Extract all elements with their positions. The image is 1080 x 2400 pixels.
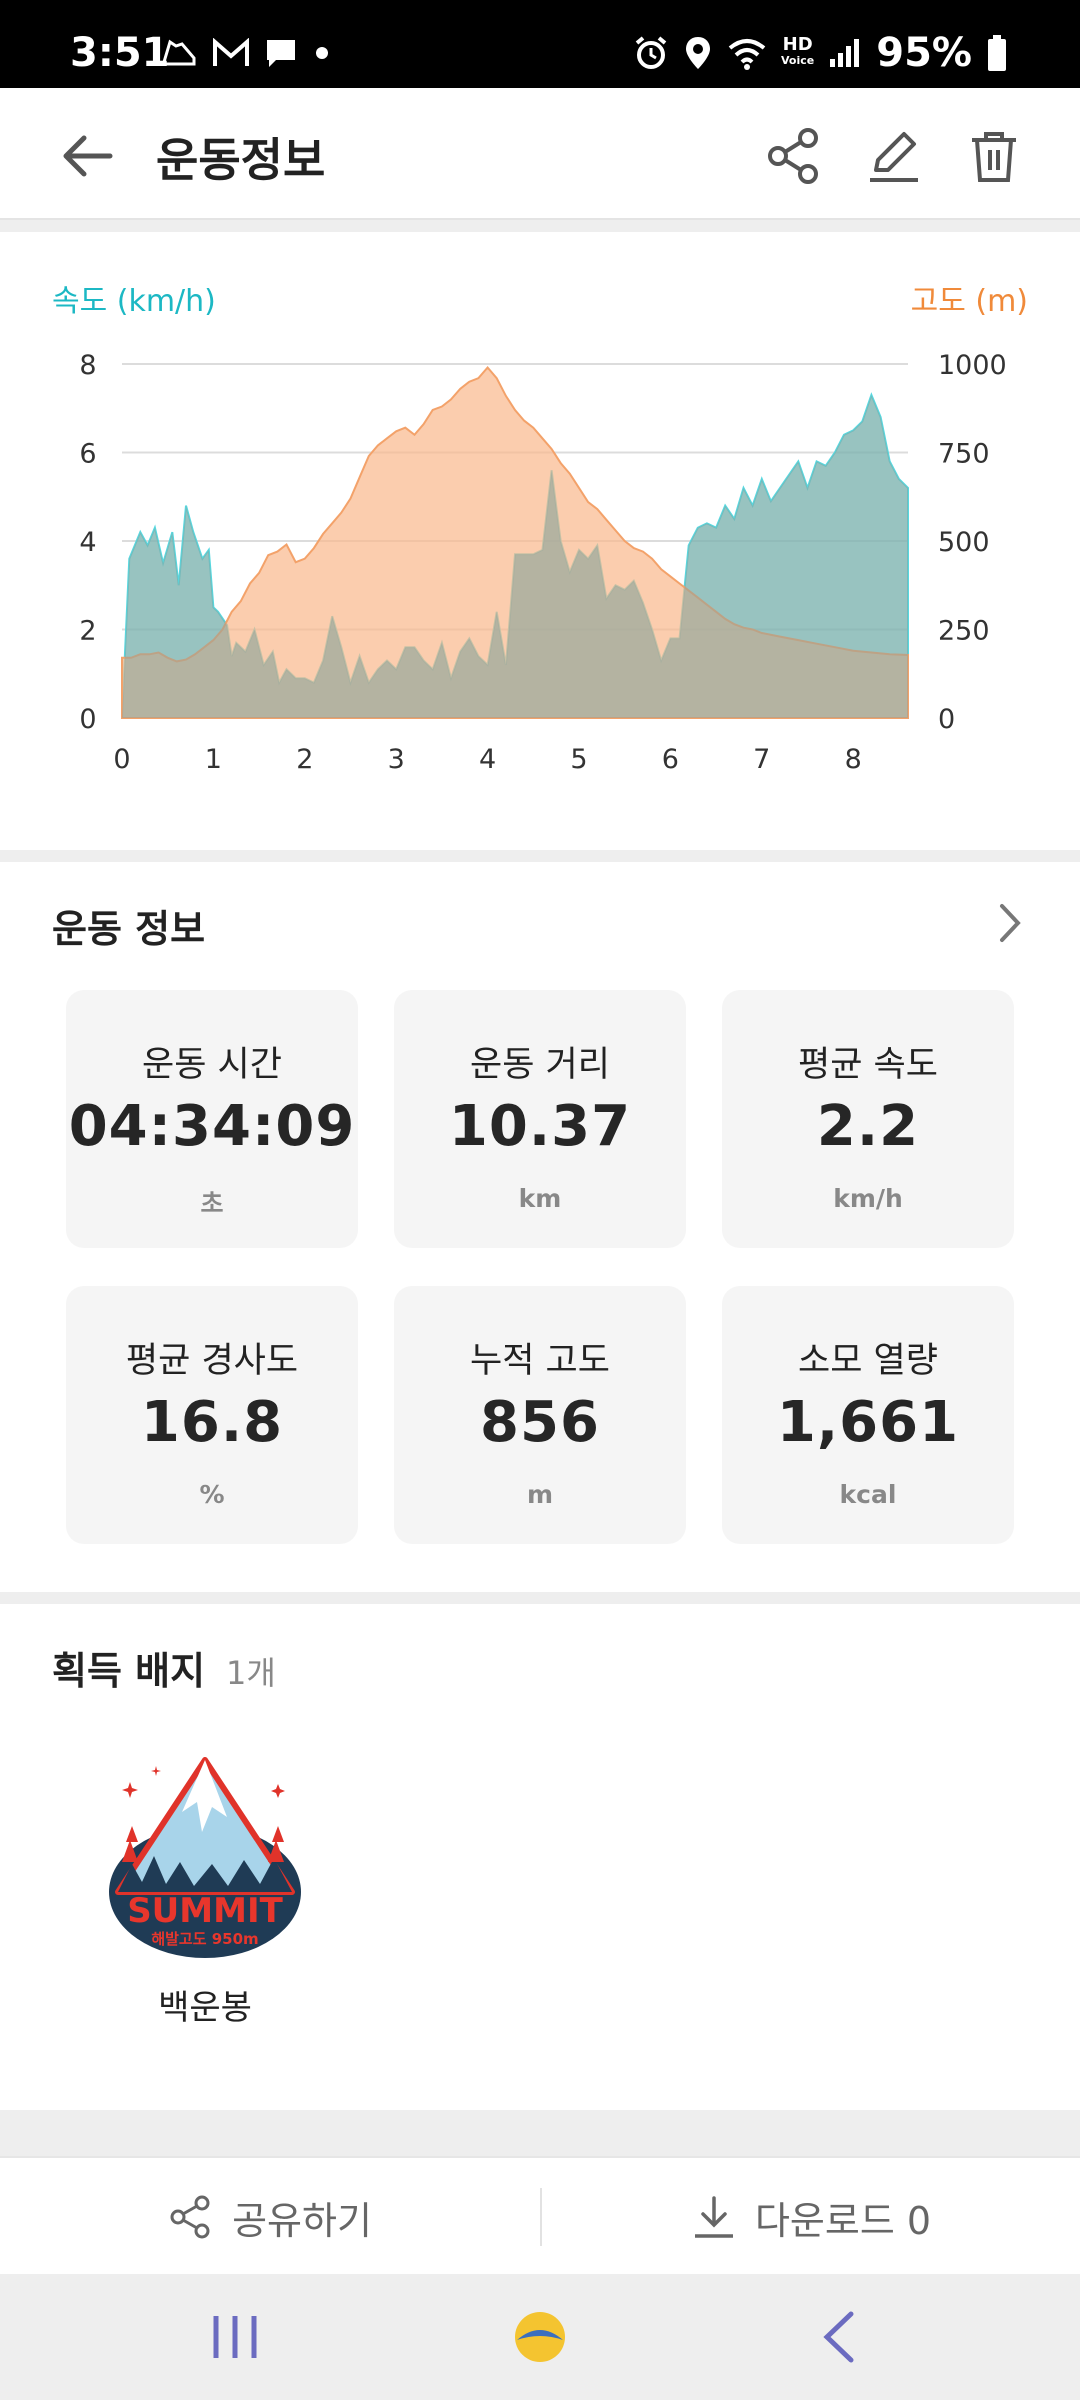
x-tick-label: 2 (296, 744, 313, 775)
x-tick-label: 7 (753, 744, 770, 775)
stat-unit: km (518, 1184, 562, 1213)
download-button-label: 다운로드 0 (754, 2198, 932, 2243)
y-left-tick-label: 4 (79, 527, 96, 558)
workout-info-card: 운동 정보 운동 시간 04:34:09 초 운동 거리 10.37 km 평균… (0, 862, 1080, 1592)
y-right-tick-label: 1000 (938, 350, 1007, 381)
stat-value: 10.37 (448, 1094, 632, 1159)
y-right-tick-label: 750 (938, 439, 990, 470)
y-left-tick-label: 2 (79, 616, 96, 647)
x-tick-label: 8 (845, 744, 862, 775)
stat-value: 2.2 (816, 1094, 920, 1159)
hd-voice-icon: HD Voice (781, 34, 815, 68)
y-right-tick-label: 500 (938, 527, 990, 558)
back-arrow-icon[interactable] (58, 128, 114, 184)
stat-unit: kcal (839, 1480, 897, 1509)
system-nav-bar (0, 2274, 1080, 2400)
system-icons: HD Voice 95% (633, 30, 1008, 76)
download-icon (694, 2196, 733, 2238)
x-tick-label: 0 (113, 744, 130, 775)
x-tick-label: 4 (479, 744, 496, 775)
battery-percent: 95% (876, 30, 972, 76)
stat-unit: % (199, 1480, 225, 1509)
badges-title: 획득 배지 (52, 1649, 206, 1693)
badge-emblem-text: SUMMIT (127, 1891, 283, 1931)
stat-unit: 초 (200, 1189, 224, 1218)
home-app-icon[interactable] (505, 2304, 575, 2370)
location-icon (686, 37, 711, 69)
bottom-action-bar: 공유하기 다운로드 0 (0, 2156, 1080, 2274)
stat-unit: m (526, 1480, 554, 1509)
share-icon[interactable] (764, 126, 824, 186)
status-time: 3:51 (70, 30, 170, 76)
badge-emblem-subtext: 해발고도 950m (151, 1930, 258, 1948)
stat-unit: km/h (833, 1184, 903, 1213)
stat-value: 16.8 (140, 1390, 284, 1455)
dot-icon (316, 47, 328, 59)
stat-label: 운동 거리 (470, 1045, 610, 1085)
back-nav-icon[interactable] (805, 2304, 875, 2370)
x-tick-label: 3 (388, 744, 405, 775)
status-bar: 3:51 HD Voice 95% (0, 0, 1080, 88)
summit-badge-image[interactable]: SUMMIT 해발고도 950m (102, 1752, 308, 1962)
share-button[interactable]: 공유하기 (0, 2158, 540, 2276)
shoe-notification-icon (162, 39, 196, 66)
share-button-label: 공유하기 (232, 2198, 372, 2243)
stat-label: 누적 고도 (470, 1341, 610, 1381)
y-left-tick-label: 0 (79, 704, 96, 735)
y-right-tick-label: 0 (938, 704, 955, 735)
notification-icons (160, 36, 332, 70)
recent-apps-icon[interactable] (200, 2304, 270, 2370)
y-right-tick-label: 250 (938, 616, 990, 647)
stat-calories: 소모 열량 1,661 kcal (722, 1286, 1014, 1544)
download-button[interactable]: 다운로드 0 (542, 2158, 1080, 2276)
page-title: 운동정보 (156, 133, 326, 187)
badge-name: 백운봉 (158, 1988, 252, 2028)
message-icon (267, 40, 295, 67)
y-left-tick-label: 8 (79, 350, 96, 381)
x-tick-label: 5 (570, 744, 587, 775)
stat-label: 평균 속도 (798, 1045, 938, 1085)
x-tick-label: 1 (205, 744, 222, 775)
workout-info-title: 운동 정보 (52, 907, 206, 951)
badges-card: 획득 배지 1개 SUMMIT 해발고도 950m 백운봉 (0, 1604, 1080, 2110)
battery-icon (988, 35, 1006, 71)
wifi-icon (728, 39, 766, 70)
stat-duration: 운동 시간 04:34:09 초 (66, 990, 358, 1248)
stat-avg-speed: 평균 속도 2.2 km/h (722, 990, 1014, 1248)
chevron-right-icon[interactable] (988, 898, 1032, 948)
stat-label: 평균 경사도 (125, 1341, 299, 1381)
chart-card: 속도 (km/h) 고도 (m) 8 6 4 2 0 1000 750 500 250 0 0 1 2 3… (0, 232, 1080, 850)
share-icon (170, 2195, 210, 2239)
signal-icon (830, 39, 860, 67)
stat-avg-slope: 평균 경사도 16.8 % (66, 1286, 358, 1544)
stat-label: 소모 열량 (798, 1341, 938, 1381)
gmail-icon (213, 38, 249, 66)
stat-label: 운동 시간 (142, 1045, 282, 1085)
edit-icon[interactable] (864, 126, 924, 186)
badges-count: 1개 (226, 1654, 276, 1692)
app-bar: 운동정보 (0, 88, 1080, 220)
stat-distance: 운동 거리 10.37 km (394, 990, 686, 1248)
x-tick-label: 6 (662, 744, 679, 775)
stat-value: 1,661 (776, 1390, 960, 1455)
delete-icon[interactable] (964, 126, 1024, 186)
stat-value: 04:34:09 (68, 1094, 356, 1159)
speed-altitude-chart: 86420100075050025000 1 2 3 4 5 6 7 8 (79, 350, 1007, 775)
stat-value: 856 (480, 1390, 600, 1455)
alarm-icon (635, 36, 667, 69)
y-left-tick-label: 6 (79, 439, 96, 470)
stat-elevation-gain: 누적 고도 856 m (394, 1286, 686, 1544)
